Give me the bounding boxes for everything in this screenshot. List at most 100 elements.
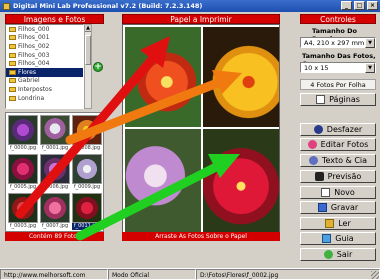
thumbnail-label: f_0001.jpg bbox=[40, 145, 70, 152]
chevron-down-icon[interactable]: ▼ bbox=[365, 38, 375, 48]
folder-icon bbox=[9, 26, 16, 32]
thumbnail-image[interactable] bbox=[40, 154, 70, 184]
folder-icon bbox=[9, 52, 16, 58]
save-icon bbox=[317, 203, 327, 212]
preview-button[interactable]: Previsão bbox=[300, 170, 376, 183]
window-controls: _ □ × bbox=[341, 1, 378, 10]
save-button[interactable]: Gravar bbox=[300, 201, 376, 214]
placed-photo[interactable] bbox=[203, 129, 279, 233]
open-button-label: Ler bbox=[338, 219, 351, 228]
print-paper[interactable] bbox=[122, 24, 280, 234]
pages-button-label: Páginas bbox=[329, 95, 360, 104]
close-icon[interactable]: × bbox=[367, 1, 378, 10]
text-button[interactable]: Texto & Cia bbox=[300, 154, 376, 167]
folder-item[interactable]: Filhos_002 bbox=[6, 42, 83, 51]
folder-icon bbox=[9, 35, 16, 41]
paper-header: Papel a Imprimir bbox=[122, 14, 280, 24]
placed-photo[interactable] bbox=[203, 27, 279, 127]
thumbnail-label: f_0009.jpg bbox=[72, 184, 102, 191]
paper-size-select[interactable]: A4, 210 x 297 mm ▼ bbox=[300, 37, 376, 48]
guide-button[interactable]: Guia bbox=[300, 232, 376, 245]
printer-icon bbox=[314, 172, 324, 181]
folder-label: Flores bbox=[18, 68, 36, 76]
guide-button-label: Guia bbox=[335, 234, 354, 243]
undo-button[interactable]: Desfazer bbox=[300, 123, 376, 136]
folder-item[interactable]: Filhos_000 bbox=[6, 25, 83, 34]
thumbnail-label: f_0003.jpg bbox=[8, 223, 38, 230]
minimize-icon[interactable]: _ bbox=[341, 1, 352, 10]
folder-item[interactable]: Filhos_003 bbox=[6, 51, 83, 60]
thumbnail-image[interactable] bbox=[72, 154, 102, 184]
folder-label: Londrina bbox=[18, 94, 45, 102]
photo-size-select[interactable]: 10 x 15 ▼ bbox=[300, 62, 376, 73]
exit-arrow-icon bbox=[323, 250, 333, 259]
open-button[interactable]: Ler bbox=[300, 217, 376, 230]
status-mode: Modo Oficial bbox=[108, 269, 196, 280]
folder-icon bbox=[9, 95, 16, 101]
thumbnail-label: f_0005.jpg bbox=[8, 184, 38, 191]
images-header: Imagens e Fotos bbox=[5, 14, 104, 24]
placed-photo[interactable] bbox=[125, 129, 201, 233]
folder-item-selected[interactable]: Flores bbox=[6, 67, 83, 77]
thumbnail-image[interactable] bbox=[8, 115, 38, 145]
scroll-thumb[interactable] bbox=[85, 35, 91, 65]
maximize-icon[interactable]: □ bbox=[354, 1, 365, 10]
save-button-label: Gravar bbox=[330, 203, 359, 212]
folder-item[interactable]: Gabriel bbox=[6, 77, 83, 86]
status-url[interactable]: http://www.melhorsoft.com bbox=[0, 269, 108, 280]
folder-label: Filhos_004 bbox=[18, 60, 50, 68]
folder-scrollbar[interactable]: ▲ bbox=[84, 24, 92, 109]
new-button-label: Novo bbox=[334, 188, 355, 197]
folder-item[interactable]: Filhos_001 bbox=[6, 34, 83, 43]
thumbnail-label: f_0007.jpg bbox=[40, 223, 70, 230]
preview-button-label: Previsão bbox=[327, 172, 362, 181]
folder-label: Filhos_000 bbox=[18, 25, 50, 33]
edit-photos-button-label: Editar Fotos bbox=[320, 140, 369, 149]
pages-button[interactable]: Páginas bbox=[300, 93, 376, 106]
paper-size-value: A4, 210 x 297 mm bbox=[304, 39, 365, 47]
window-title: Digital Mini Lab Professional v7.2 (Buil… bbox=[13, 2, 203, 10]
photo-count: Contém 89 Fotos bbox=[5, 232, 104, 241]
thumbnail-label: f_0006.jpg bbox=[40, 184, 70, 191]
folder-item[interactable]: Londrina bbox=[6, 94, 83, 103]
chevron-down-icon[interactable]: ▼ bbox=[365, 63, 375, 73]
folder-tree[interactable]: Filhos_000 Filhos_001 Filhos_002 Filhos_… bbox=[5, 24, 84, 109]
placed-photo[interactable] bbox=[125, 27, 201, 127]
pages-icon bbox=[316, 95, 326, 104]
undo-button-label: Desfazer bbox=[326, 125, 363, 134]
scroll-up-icon[interactable]: ▲ bbox=[85, 25, 91, 32]
folder-icon bbox=[9, 61, 16, 67]
thumbnail-image[interactable] bbox=[72, 193, 102, 223]
folder-item[interactable]: Filhos_004 bbox=[6, 59, 83, 68]
resize-grip-icon[interactable] bbox=[371, 271, 379, 279]
thumbnail-image[interactable] bbox=[40, 115, 70, 145]
thumbnail-grid[interactable]: f_0000.jpg f_0001.jpg f_0008.jpg f_0005.… bbox=[5, 112, 104, 232]
folder-icon bbox=[9, 78, 16, 84]
folder-label: Gabriel bbox=[18, 77, 40, 85]
new-button[interactable]: Novo bbox=[300, 186, 376, 199]
guide-icon bbox=[322, 234, 332, 243]
photos-per-sheet: 4 Fotos Por Folha bbox=[300, 79, 376, 90]
title-bar: Digital Mini Lab Professional v7.2 (Buil… bbox=[0, 0, 380, 12]
drag-hint: Arraste As Fotos Sobre o Papel bbox=[122, 232, 280, 241]
thumbnail-image[interactable] bbox=[8, 193, 38, 223]
add-folder-button[interactable]: + bbox=[93, 62, 103, 72]
photo-size-value: 10 x 15 bbox=[304, 64, 329, 72]
folder-label: Filhos_001 bbox=[18, 34, 50, 42]
thumbnail-image[interactable] bbox=[8, 154, 38, 184]
folder-item[interactable]: Interpostos bbox=[6, 85, 83, 94]
undo-icon bbox=[313, 125, 323, 134]
exit-button[interactable]: Sair bbox=[300, 248, 376, 261]
palette-icon bbox=[308, 156, 318, 165]
folder-label: Filhos_002 bbox=[18, 42, 50, 50]
thumbnail-label: f_0000.jpg bbox=[8, 145, 38, 152]
exit-button-label: Sair bbox=[336, 250, 353, 259]
new-document-icon bbox=[321, 188, 331, 197]
folder-icon bbox=[9, 43, 16, 49]
thumbnail-label: f_0008.jpg bbox=[72, 145, 102, 152]
folder-icon bbox=[9, 69, 16, 75]
edit-photos-button[interactable]: Editar Fotos bbox=[300, 138, 376, 151]
thumbnail-image[interactable] bbox=[72, 115, 102, 145]
flower-icon bbox=[307, 140, 317, 149]
thumbnail-image[interactable] bbox=[40, 193, 70, 223]
